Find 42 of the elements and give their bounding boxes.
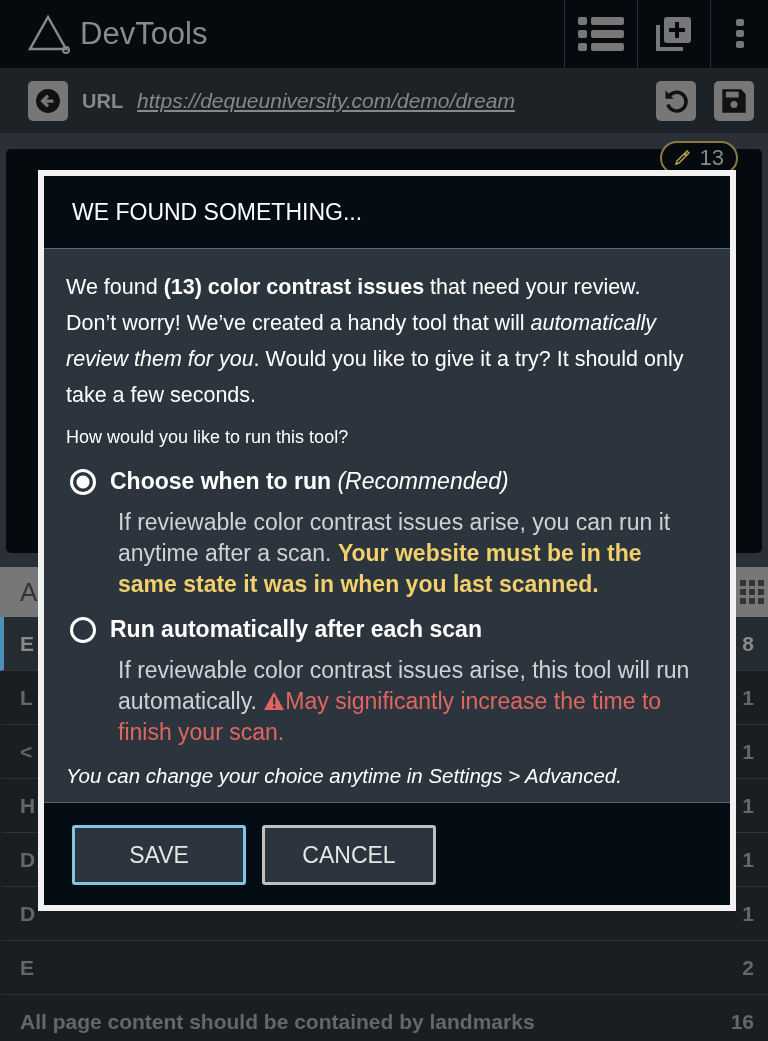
list-icon bbox=[578, 15, 624, 53]
issue-count: 1 bbox=[742, 793, 754, 818]
warning-icon bbox=[263, 691, 286, 711]
question-text: How would you like to run this tool? bbox=[66, 427, 350, 448]
issue-count: 1 bbox=[742, 739, 754, 764]
issue-title: H bbox=[20, 793, 36, 818]
rescan-button[interactable] bbox=[656, 81, 696, 121]
settings-hint: You can change your choice anytime in Settings > Advanced. bbox=[66, 764, 623, 788]
issue-count: 16 bbox=[730, 1009, 754, 1034]
option-description: If reviewable color contrast issues arise, this tool will run automatically. May significantly increase the time to finish your scan. bbox=[118, 656, 691, 747]
cancel-button[interactable]: CANCEL bbox=[262, 825, 436, 885]
radio-button[interactable] bbox=[70, 468, 96, 495]
back-button[interactable] bbox=[28, 81, 68, 121]
dialog-title: WE FOUND SOMETHING... bbox=[72, 198, 363, 226]
radio-button[interactable] bbox=[70, 616, 96, 643]
more-icon bbox=[735, 19, 744, 49]
issue-title: L bbox=[20, 685, 33, 710]
issue-count: 1 bbox=[742, 901, 754, 926]
save-scan-button[interactable] bbox=[714, 81, 754, 121]
issue-row[interactable]: All page content should be contained by landmarks 16 bbox=[0, 995, 768, 1041]
issue-title: All page content should be contained by landmarks bbox=[20, 1009, 535, 1034]
issue-count: 2 bbox=[742, 955, 754, 980]
grid-icon bbox=[740, 580, 764, 604]
list-header-label: A bbox=[20, 576, 38, 608]
issue-title: E bbox=[20, 631, 34, 656]
save-button[interactable]: SAVE bbox=[72, 825, 246, 885]
app-title: DevTools bbox=[80, 16, 208, 52]
issue-count: 1 bbox=[742, 847, 754, 872]
issue-title: D bbox=[20, 847, 36, 872]
url-link[interactable]: https://dequeuniversity.com/demo/dream bbox=[137, 89, 515, 113]
intro-text: We found (13) color contrast issues that need your review. Don’t worry! We’ve created a handy tool that will automatically review them for you. Would you like to give it a try? It should only take a few seconds. bbox=[66, 274, 685, 409]
issue-row[interactable]: E 2 bbox=[0, 941, 768, 995]
issue-count: 8 bbox=[742, 631, 754, 656]
option-description: If reviewable color contrast issues arise, you can run it anytime after a scan. Your website must be in the same state it was in when you last scanned. bbox=[118, 508, 672, 599]
option-label[interactable]: Run automatically after each scan bbox=[110, 616, 482, 643]
option-label[interactable]: Choose when to run (Recommended) bbox=[110, 468, 509, 495]
issue-title: D bbox=[20, 901, 36, 926]
add-copy-icon bbox=[655, 15, 693, 53]
issue-title: < bbox=[20, 739, 33, 764]
issue-count: 1 bbox=[742, 685, 754, 710]
url-label: URL bbox=[82, 89, 124, 113]
issue-title: E bbox=[20, 955, 34, 980]
